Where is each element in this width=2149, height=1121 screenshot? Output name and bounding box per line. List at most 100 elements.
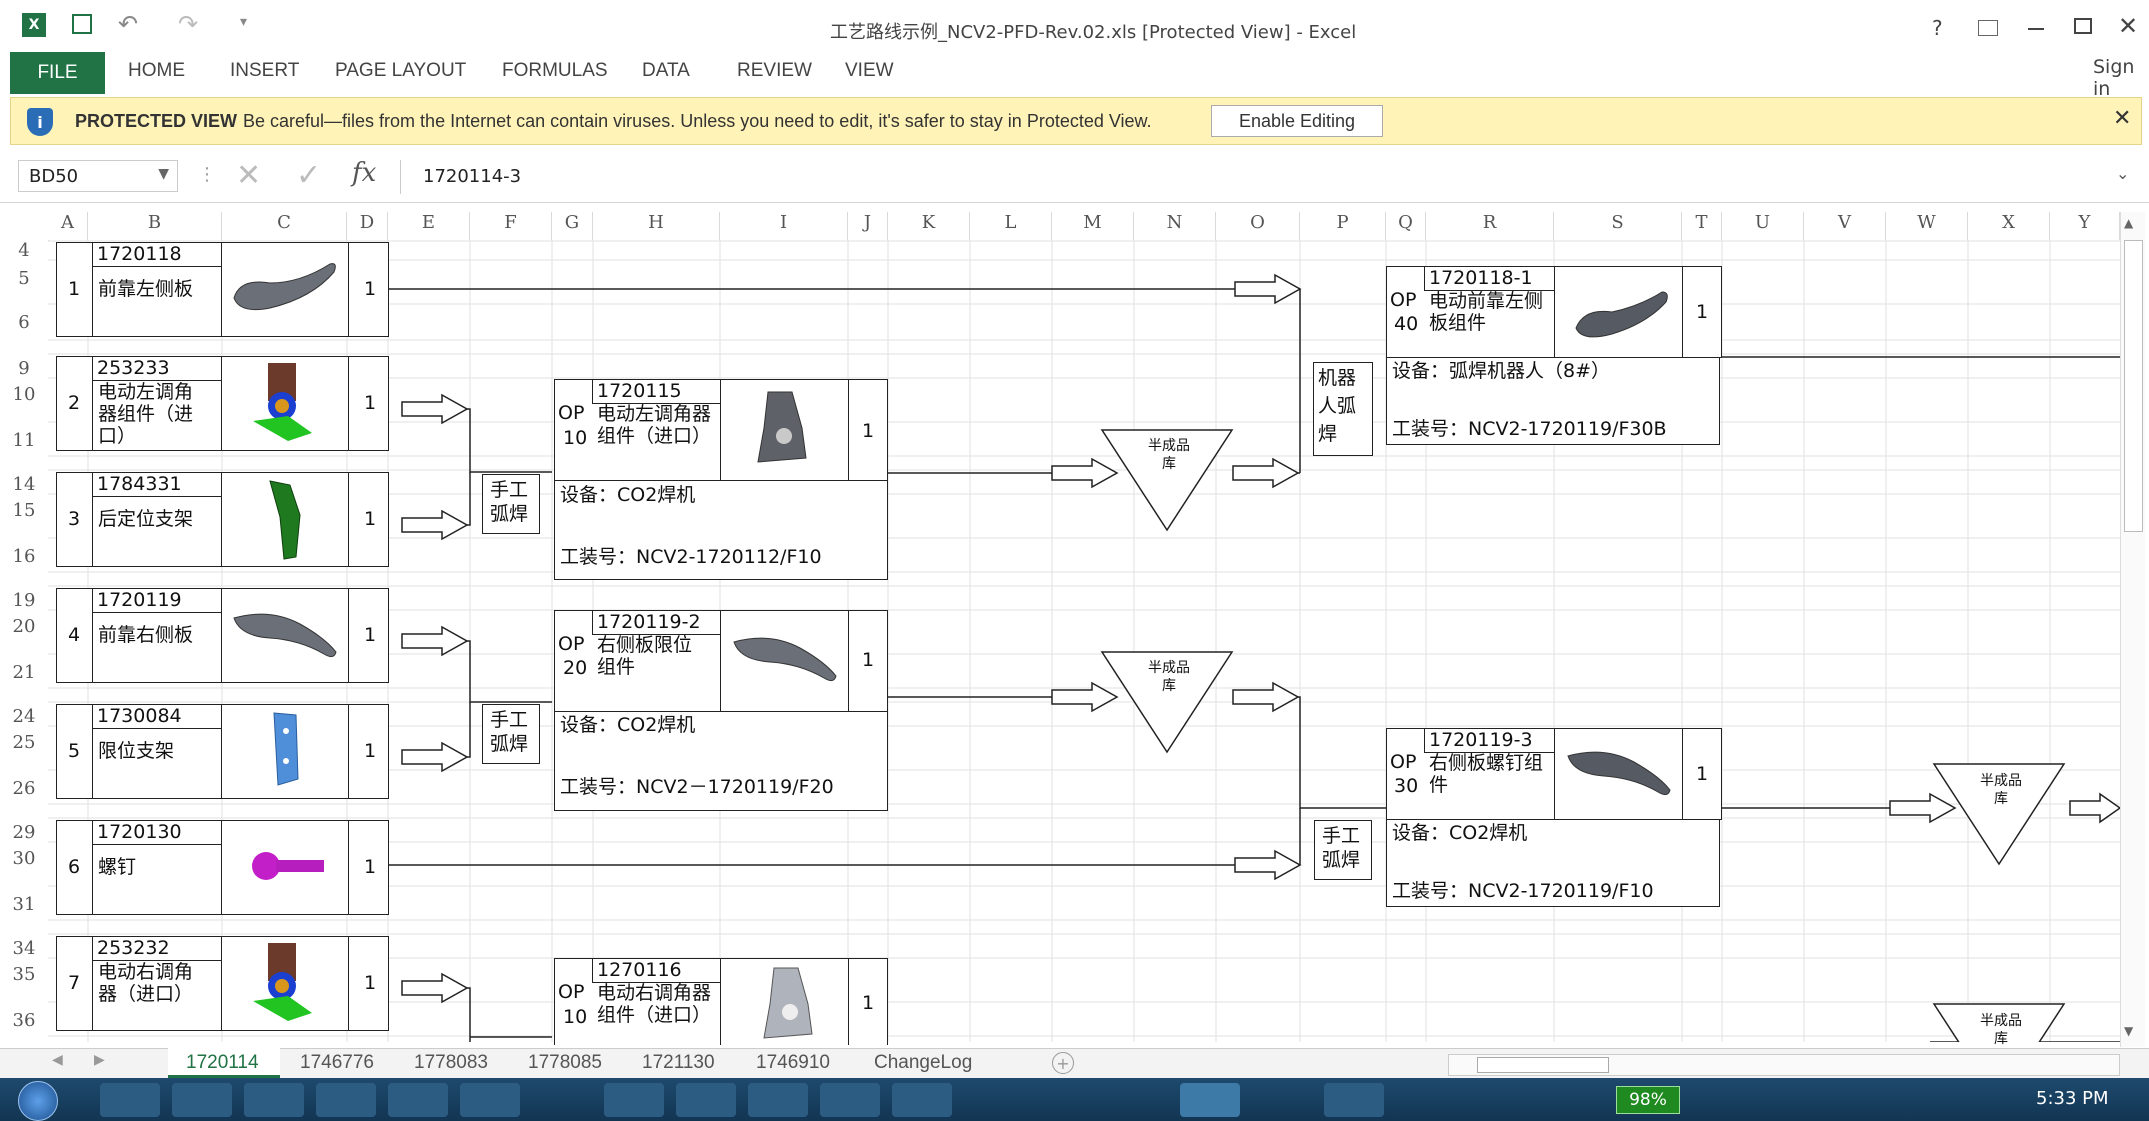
- enter-icon[interactable]: ✓: [296, 158, 321, 193]
- part-name: 前靠左侧板: [98, 278, 194, 300]
- tab-insert[interactable]: INSERT: [230, 60, 299, 82]
- manual-weld-label: 手工弧焊: [490, 709, 529, 755]
- explorer-icon[interactable]: [172, 1083, 232, 1117]
- taskbar-app-icon[interactable]: [748, 1083, 808, 1117]
- part-code: 1720118: [97, 243, 182, 265]
- cancel-icon[interactable]: ✕: [236, 158, 261, 193]
- taskbar-app-icon[interactable]: [388, 1083, 448, 1117]
- file-tab[interactable]: FILE: [10, 52, 105, 94]
- sheet-tab[interactable]: 1721130: [642, 1052, 715, 1074]
- enable-editing-button[interactable]: Enable Editing: [1211, 105, 1383, 137]
- protected-view-bar: i PROTECTED VIEW Be careful—files from t…: [10, 97, 2142, 145]
- minimize-icon[interactable]: [2028, 28, 2044, 30]
- tab-page-layout[interactable]: PAGE LAYOUT: [335, 60, 466, 82]
- battery-percent: 98%: [1629, 1090, 1667, 1110]
- part-num: 6: [68, 856, 81, 878]
- sheet-tab[interactable]: 1746776: [300, 1052, 374, 1074]
- robot-weld-label: 机器人弧焊: [1318, 367, 1357, 445]
- part-code: 253233: [97, 357, 170, 379]
- recliner-image: [253, 943, 312, 1021]
- op-number: 10: [563, 427, 588, 449]
- skype-icon[interactable]: [676, 1083, 736, 1117]
- maximize-icon[interactable]: [2074, 18, 2092, 34]
- formula-input[interactable]: 1720114-3: [400, 160, 2113, 194]
- name-box[interactable]: BD50 ▼: [18, 160, 178, 192]
- save-icon[interactable]: [72, 14, 92, 34]
- taskbar-app-icon[interactable]: [316, 1083, 376, 1117]
- add-sheet-icon[interactable]: +: [1052, 1052, 1074, 1074]
- part-num: 2: [68, 392, 81, 414]
- op-name: 右侧板螺钉组件: [1429, 752, 1544, 796]
- formula-separator-icon: ⋮: [198, 164, 216, 185]
- next-sheet-icon[interactable]: ▶: [94, 1052, 105, 1068]
- acrobat-icon[interactable]: [820, 1083, 880, 1117]
- tab-home[interactable]: HOME: [128, 60, 185, 82]
- customize-qat-icon[interactable]: ▾: [240, 14, 247, 30]
- excel-taskbar-icon[interactable]: [1180, 1083, 1240, 1117]
- op-qty: 1: [862, 420, 875, 442]
- expand-formula-icon[interactable]: ⌄: [2116, 164, 2129, 183]
- sheet-tab[interactable]: 1778085: [528, 1052, 602, 1074]
- scroll-down-icon[interactable]: ▼: [2124, 1024, 2133, 1038]
- tab-view[interactable]: VIEW: [845, 60, 894, 82]
- taskbar-app-icon[interactable]: [892, 1083, 952, 1117]
- sheet-tab[interactable]: 1720114: [186, 1052, 259, 1074]
- h-scroll-thumb[interactable]: [1477, 1057, 1609, 1073]
- part-num: 1: [68, 278, 81, 300]
- sheet-tab[interactable]: 1746910: [756, 1052, 830, 1074]
- name-box-dropdown-icon[interactable]: ▼: [158, 166, 169, 182]
- sheet-tab[interactable]: 1778083: [414, 1052, 488, 1074]
- insert-function-icon[interactable]: fx: [352, 158, 376, 188]
- op-number: 40: [1394, 313, 1419, 335]
- wip-label: 半成品库: [1980, 1013, 2022, 1045]
- tab-formulas[interactable]: FORMULAS: [502, 60, 608, 82]
- horizontal-scrollbar[interactable]: [1448, 1054, 2120, 1076]
- scroll-thumb[interactable]: [2124, 240, 2143, 532]
- scroll-up-icon[interactable]: ▲: [2124, 216, 2133, 230]
- tab-data[interactable]: DATA: [642, 60, 690, 82]
- redo-icon[interactable]: ↷: [178, 10, 198, 38]
- sign-in-link[interactable]: Sign in: [2093, 56, 2149, 100]
- op-number: 30: [1394, 775, 1419, 797]
- close-icon[interactable]: ✕: [2118, 12, 2138, 40]
- clock[interactable]: 5:33 PM: [2036, 1088, 2109, 1109]
- prev-sheet-icon[interactable]: ◀: [52, 1052, 63, 1068]
- sheet-tab[interactable]: ChangeLog: [874, 1052, 972, 1074]
- start-button-icon[interactable]: [18, 1081, 58, 1121]
- title-bar: X ↶ ↷ ▾ 工艺路线示例_NCV2-PFD-Rev.02.xls [Prot…: [0, 0, 2149, 58]
- ie-icon[interactable]: [244, 1083, 304, 1117]
- side-plate-image: [233, 613, 337, 658]
- worksheet-grid[interactable]: A B C D E F G H I J K L M N O P Q R S T …: [0, 212, 2149, 1045]
- taskbar-app-icon[interactable]: [460, 1083, 520, 1117]
- op-fixture: 工装号：NCV2－1720119/F20: [560, 776, 834, 798]
- tab-review[interactable]: REVIEW: [737, 60, 812, 82]
- op-number: 20: [563, 657, 588, 679]
- limit-bracket-image: [273, 712, 299, 786]
- battery-indicator[interactable]: 98%: [1616, 1086, 1680, 1114]
- part-name-cell: [92, 844, 222, 915]
- part-name: 螺钉: [98, 856, 137, 878]
- part-name: 后定位支架: [98, 508, 194, 530]
- part-num: 4: [68, 624, 81, 646]
- part-qty: 1: [364, 740, 377, 762]
- op-equipment: 设备：CO2焊机: [560, 484, 696, 506]
- side-plate-assembly-image: [1575, 291, 1668, 338]
- undo-icon[interactable]: ↶: [118, 10, 138, 38]
- op-name: 电动右调角器组件（进口）: [597, 982, 712, 1026]
- part-code: 1730084: [97, 705, 182, 727]
- op-name: 电动左调角器组件（进口）: [597, 403, 712, 447]
- formula-bar: BD50 ▼ ⋮ ✕ ✓ fx 1720114-3 ⌄: [0, 152, 2149, 203]
- part-qty: 1: [364, 278, 377, 300]
- outlook-icon[interactable]: [604, 1083, 664, 1117]
- powerpoint-icon[interactable]: [1324, 1083, 1384, 1117]
- op-label: OP: [558, 402, 585, 424]
- op-qty: 1: [1696, 763, 1709, 785]
- vertical-scrollbar[interactable]: ▲ ▼: [2120, 212, 2145, 1047]
- help-icon[interactable]: ?: [1932, 16, 1943, 40]
- taskbar-app-icon[interactable]: [100, 1083, 160, 1117]
- close-bar-icon[interactable]: ✕: [2113, 106, 2131, 131]
- part-code: 1720130: [97, 821, 182, 843]
- op-number: 10: [563, 1006, 588, 1028]
- op-code: 1270116: [597, 959, 682, 981]
- ribbon-display-icon[interactable]: [1978, 20, 1998, 36]
